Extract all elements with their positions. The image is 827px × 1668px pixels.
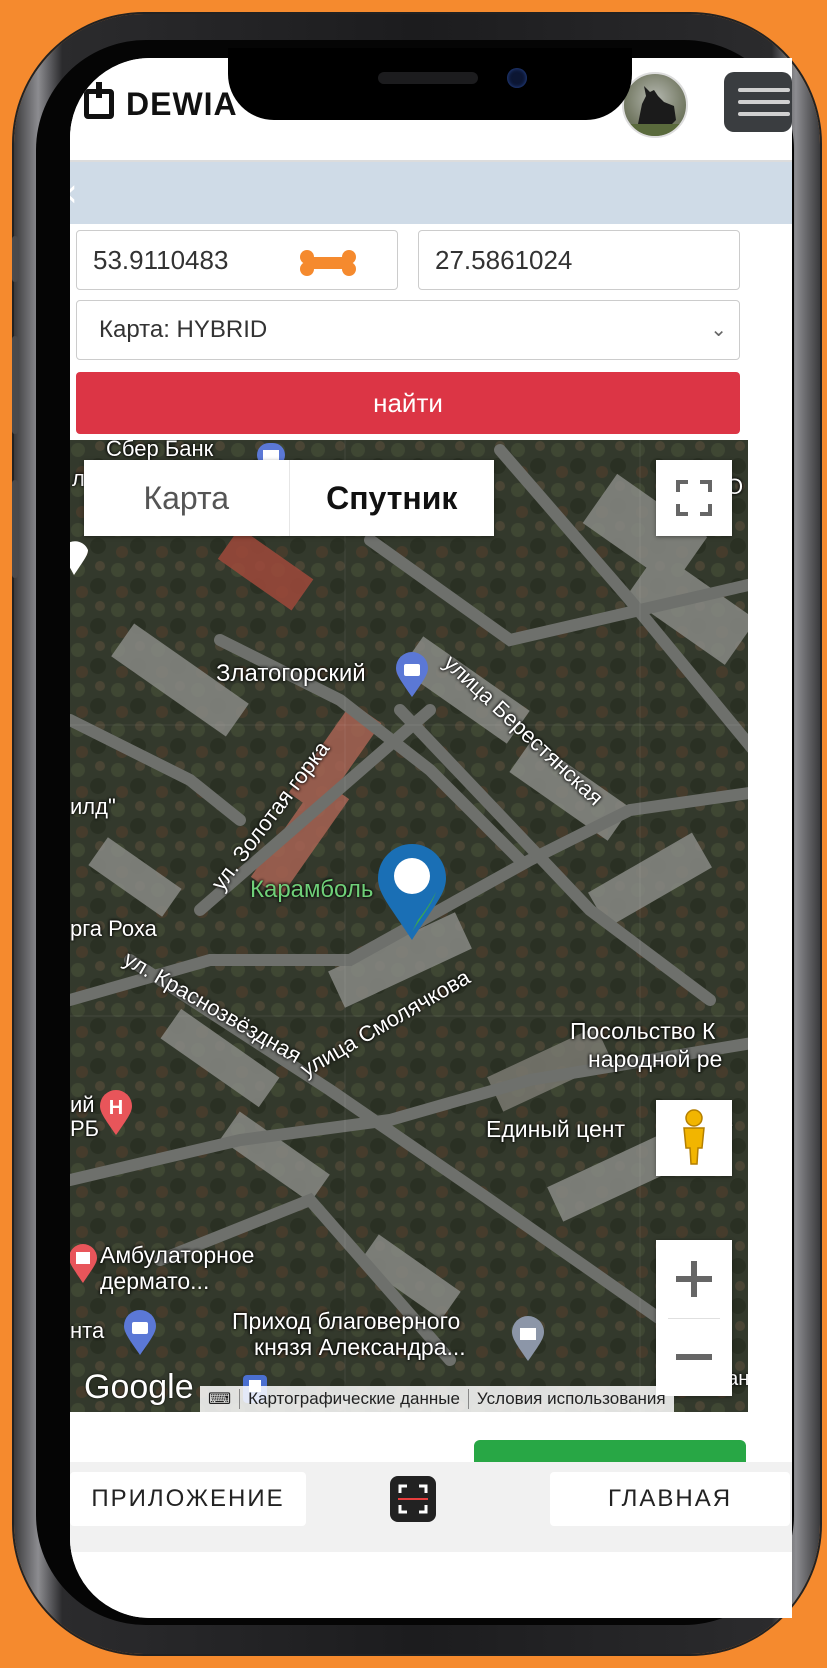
map-label-fragment: РБ	[70, 1116, 100, 1141]
find-button[interactable]: найти	[76, 372, 740, 434]
map-label-clinic: дермато...	[100, 1268, 210, 1294]
map-type-select[interactable]: Карта: HYBRID ⌄	[76, 300, 740, 360]
logo[interactable]: DEWIA	[84, 82, 238, 126]
map-label-fragment: нта	[70, 1318, 105, 1343]
tab-map[interactable]: Карта	[84, 460, 290, 536]
map-label-edinyi-centr: Единый цент	[486, 1116, 626, 1142]
location-marker-icon[interactable]	[376, 844, 448, 942]
latitude-value: 53.9110483	[93, 244, 229, 275]
hospital-pin-icon[interactable]: H	[98, 1090, 134, 1136]
map-label-fragment: ий	[70, 1092, 95, 1117]
longitude-input[interactable]: 27.5861024	[418, 230, 740, 290]
menu-line-icon	[738, 88, 790, 92]
bone-icon	[300, 250, 356, 276]
phone-mute-switch	[12, 236, 18, 282]
pegman-icon	[683, 1109, 705, 1165]
longitude-value: 27.5861024	[435, 244, 573, 275]
logo-text: DEWIA	[126, 85, 238, 122]
map-attribution: ⌨ Картографические данные Условия исполь…	[200, 1386, 674, 1412]
map-label-fragment: л	[72, 466, 85, 491]
map-type-tabs: Карта Спутник	[84, 460, 494, 536]
menu-line-icon	[738, 112, 790, 116]
chevron-left-icon[interactable]: ‹	[70, 170, 78, 216]
bottom-nav: ПРИЛОЖЕНИЕ ГЛАВНАЯ	[70, 1462, 792, 1552]
street-view-pegman-button[interactable]	[656, 1100, 732, 1176]
shopping-pin-icon[interactable]	[394, 652, 430, 698]
minus-icon	[676, 1354, 712, 1360]
zoom-out-button[interactable]	[656, 1318, 732, 1396]
back-bar: ‹	[70, 162, 792, 224]
church-pin-icon[interactable]	[510, 1316, 546, 1362]
plus-icon	[676, 1261, 712, 1297]
speaker-grille	[378, 72, 478, 84]
map-label-karambol: Карамболь	[250, 876, 374, 903]
front-camera-icon	[507, 68, 527, 88]
hamburger-menu-button[interactable]	[724, 72, 792, 132]
keyboard-shortcuts-icon[interactable]: ⌨	[200, 1389, 241, 1409]
map-data-link[interactable]: Картографические данные	[240, 1389, 469, 1409]
satellite-map[interactable]: Сбер Банк л О т к Златогорский улица Бер…	[70, 440, 748, 1412]
chevron-down-icon: ⌄	[710, 319, 727, 341]
phone-volume-up	[12, 336, 18, 434]
fullscreen-icon	[676, 480, 712, 516]
map-label-embassy: народной ре	[588, 1046, 723, 1072]
zoom-control	[656, 1240, 732, 1396]
map-label-doroga-rokha: рга Роха	[70, 916, 157, 941]
phone-screen: DEWIA ‹ 53.9110483 27.5861024 Карта: HYB…	[70, 58, 792, 1618]
clinic-pin-icon[interactable]	[70, 1244, 98, 1284]
logo-icon	[84, 82, 114, 119]
qr-scan-button[interactable]	[390, 1476, 436, 1522]
map-label-sber-bank: Сбер Банк	[106, 440, 214, 461]
nav-app-button[interactable]: ПРИЛОЖЕНИЕ	[70, 1472, 306, 1526]
fullscreen-button[interactable]	[656, 460, 732, 536]
bottom-area: ПРИЛОЖЕНИЕ ГЛАВНАЯ	[70, 1412, 792, 1618]
phone-notch	[228, 48, 632, 120]
zoom-in-button[interactable]	[656, 1240, 732, 1318]
google-logo: Google	[84, 1368, 194, 1406]
map-label-fragment: илд"	[70, 794, 116, 819]
nav-home-button[interactable]: ГЛАВНАЯ	[550, 1472, 790, 1526]
avatar[interactable]	[622, 72, 688, 138]
dog-avatar-image	[624, 86, 686, 136]
map-label-church: Приход благоверного	[232, 1308, 461, 1334]
poi-pin-icon[interactable]	[70, 536, 90, 576]
svg-text:H: H	[109, 1097, 123, 1119]
phone-volume-down	[12, 480, 18, 578]
scan-icon	[398, 1484, 428, 1514]
tab-satellite[interactable]: Спутник	[290, 460, 495, 536]
shopping-pin-icon[interactable]	[122, 1310, 158, 1356]
map-label-clinic: Амбулаторное	[100, 1242, 255, 1268]
map-label-zlatogorsky: Златогорский	[216, 660, 366, 687]
menu-line-icon	[738, 100, 790, 104]
map-label-embassy: Посольство К	[570, 1018, 716, 1044]
terms-link[interactable]: Условия использования	[469, 1389, 674, 1409]
map-type-select-value: Карта: HYBRID	[99, 316, 268, 343]
map-label-church: князя Александра...	[254, 1334, 466, 1360]
